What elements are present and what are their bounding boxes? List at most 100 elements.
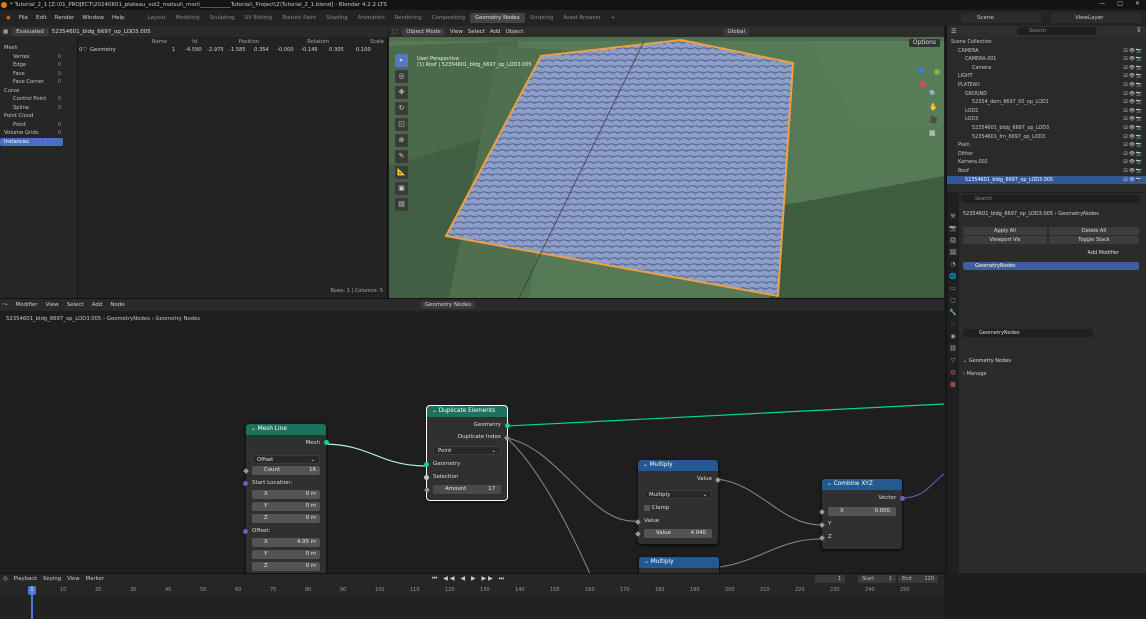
visibility-toggles-icon[interactable]: ☑👁📷 — [1123, 176, 1143, 185]
workspace-tab-asset-browser[interactable]: Asset Browser — [558, 13, 606, 23]
outliner-item[interactable]: CAMERA.001 ☑👁📷 — [947, 55, 1146, 64]
node-header[interactable]: ⌄ Multiply — [639, 557, 719, 568]
mode-dropdown[interactable]: Offset ⌄ — [252, 455, 320, 464]
data-tab-icon[interactable]: ▽ — [947, 355, 959, 367]
start-location-socket[interactable] — [243, 481, 248, 486]
outliner-item[interactable]: LIGHT ☑👁📷 — [947, 72, 1146, 81]
pan-hand-icon[interactable]: ✋ — [929, 103, 938, 112]
outliner-item[interactable]: LOD3 ☑👁📷 — [947, 115, 1146, 124]
playhead[interactable]: 1 — [28, 586, 36, 595]
domain-item-curve[interactable]: Curve — [0, 87, 77, 96]
value-field[interactable]: Value 4.040 — [644, 529, 712, 538]
viewport-menu-view[interactable]: View — [450, 29, 463, 35]
object-mode-dropdown[interactable]: Object Mode — [402, 27, 445, 36]
vector-output-socket[interactable] — [900, 496, 905, 501]
geometry-output-socket[interactable] — [505, 423, 510, 428]
perspective-toggle-icon[interactable]: ▦ — [929, 129, 938, 138]
menu-edit[interactable]: Edit — [32, 15, 51, 21]
current-frame-field[interactable]: 1 — [815, 575, 845, 583]
modifier-panel-header[interactable]: GeometryNodes — [963, 262, 1139, 270]
blender-menu-icon[interactable]: ◉ — [2, 15, 15, 21]
domain-item-face[interactable]: Face 0 — [0, 70, 77, 79]
add-cube-tool-icon[interactable]: ▣ — [395, 182, 408, 195]
node-header[interactable]: ⌄ Duplicate Elements — [427, 406, 507, 417]
menu-help[interactable]: Help — [108, 15, 129, 21]
domain-item-face-corner[interactable]: Face Corner 0 — [0, 78, 77, 87]
node-header[interactable]: ⌄ Multiply — [638, 460, 718, 471]
outliner-item[interactable]: GROUND ☑👁📷 — [947, 90, 1146, 99]
viewport-menu-add[interactable]: Add — [490, 29, 501, 35]
outliner-item[interactable]: 52354601_frn_6697_op_LOD3 ☑👁📷 — [947, 133, 1146, 142]
geometry-input-socket[interactable] — [424, 462, 429, 467]
viewport-type-icon[interactable]: ⬚ — [392, 29, 397, 35]
timeline-menu-keying[interactable]: Keying — [43, 576, 61, 582]
transform-tool-icon[interactable]: ⊕ — [395, 134, 408, 147]
multiply-node-2[interactable]: ⌄ Multiply — [639, 557, 719, 573]
scene-selector[interactable]: Scene — [961, 13, 1041, 23]
domain-dropdown[interactable]: Point ⌄ — [433, 446, 501, 455]
workspace-tab-modeling[interactable]: Modeling — [171, 13, 205, 23]
add-modifier-button[interactable]: Add Modifier — [963, 249, 1139, 257]
timeline-menu-playback[interactable]: Playback — [14, 576, 38, 582]
visibility-toggles-icon[interactable]: ☑👁📷 — [1123, 72, 1143, 81]
workspace-tab-texture-paint[interactable]: Texture Paint — [277, 13, 321, 23]
view-layer-selector[interactable]: ViewLayer — [1051, 13, 1141, 23]
workspace-tab-rendering[interactable]: Rendering — [390, 13, 427, 23]
world-tab-icon[interactable]: 🌐 — [947, 271, 959, 283]
minimize-icon[interactable]: — — [1099, 0, 1105, 10]
domain-item-vertex[interactable]: Vertex 0 — [0, 53, 77, 62]
collection-tab-icon[interactable]: ▭ — [947, 283, 959, 295]
viewport-menu-object[interactable]: Object — [506, 29, 524, 35]
visibility-toggles-icon[interactable]: ☑👁📷 — [1123, 158, 1143, 167]
timeline-menu-marker[interactable]: Marker — [86, 576, 104, 582]
measure-tool-icon[interactable]: 📐 — [395, 166, 408, 179]
domain-item-instances[interactable]: Instances 1 — [0, 137, 63, 146]
x-field[interactable]: X 0.000 — [828, 507, 896, 516]
3d-viewport[interactable]: ⬚ Object Mode View Select Add Object Global Us… — [389, 26, 944, 298]
properties-search-input[interactable]: Search — [961, 195, 1141, 203]
domain-item-mesh[interactable]: Mesh — [0, 44, 77, 53]
filter-icon[interactable]: ⊽ — [1137, 27, 1141, 34]
visibility-toggles-icon[interactable]: ☑👁📷 — [1123, 55, 1143, 64]
timeline[interactable]: ◷ Playback Keying View Marker ⏮ ◀◀ ◀ ▶ ▶▶ ⏭ … — [0, 573, 944, 619]
delete-all-button[interactable]: Delete All — [1049, 227, 1139, 235]
domain-item-point-cloud[interactable]: Point Cloud — [0, 112, 77, 121]
add-object-tool-icon[interactable]: ▤ — [395, 198, 408, 211]
outliner-item[interactable]: Camera ☑👁📷 — [947, 64, 1146, 73]
toggle-stack-button[interactable]: Toggle Stack — [1049, 236, 1139, 244]
outliner-item[interactable]: 52354601_bldg_6697_op_LOD3 ☑👁📷 — [947, 124, 1146, 133]
playback-controls[interactable]: ⏮ ◀◀ ◀ ▶ ▶▶ ⏭ — [432, 575, 506, 583]
outliner-item[interactable]: Roof ☑👁📷 — [947, 167, 1146, 176]
clamp-checkbox[interactable] — [644, 504, 650, 511]
domain-item-control-point[interactable]: Control Point 0 — [0, 95, 77, 104]
maximize-icon[interactable]: □ — [1117, 0, 1123, 10]
scene-tab-icon[interactable]: ◔ — [947, 259, 959, 271]
multiply-node[interactable]: ⌄ Multiply Value Multiply ⌄ Clamp Value V… — [635, 460, 721, 544]
transform-orientation-dropdown[interactable]: Global — [723, 27, 750, 36]
start-z-field[interactable]: Z 0 m — [252, 514, 320, 523]
domain-item-volume-grids[interactable]: Volume Grids 0 — [0, 129, 77, 138]
modifier-tab-icon[interactable]: 🔧 — [947, 307, 959, 319]
end-frame-field[interactable]: End 120 — [898, 575, 938, 583]
visibility-toggles-icon[interactable]: ☑👁📷 — [1123, 107, 1143, 116]
domain-item-point[interactable]: Point 0 — [0, 121, 77, 130]
workspace-tab-shading[interactable]: Shading — [321, 13, 353, 23]
mesh-output-socket[interactable] — [324, 440, 329, 445]
viewport-menu-select[interactable]: Select — [468, 29, 485, 35]
start-x-field[interactable]: X 0 m — [252, 490, 320, 499]
close-icon[interactable]: ✕ — [1135, 0, 1140, 10]
workspace-tab-sculpting[interactable]: Sculpting — [205, 13, 240, 23]
mesh-line-node[interactable]: ⌄ Mesh Line Mesh Offset ⌄ Count 16 Start L… — [243, 424, 329, 573]
material-tab-icon[interactable]: ◍ — [947, 367, 959, 379]
render-tab-icon[interactable]: 📷 — [947, 223, 959, 235]
editor-type-icon[interactable]: ▦ — [3, 29, 8, 35]
output-tab-icon[interactable]: 🖨 — [947, 235, 959, 247]
clamp-row[interactable]: Clamp — [638, 503, 718, 513]
workspace-tab-layout[interactable]: Layout — [143, 13, 171, 23]
workspace-tab-uv-editing[interactable]: UV Editing — [239, 13, 277, 23]
scale-tool-icon[interactable]: ◰ — [395, 118, 408, 131]
object-tab-icon[interactable]: ▢ — [947, 295, 959, 307]
menu-file[interactable]: File — [15, 15, 32, 21]
outliner-item[interactable]: 52354_dem_6697_00_op_LOD1 ☑👁📷 — [947, 98, 1146, 107]
frame-ruler[interactable]: 10 20 30 40 50 60 70 80 90 100 110 120 130 140 150 160 1… — [0, 586, 944, 595]
